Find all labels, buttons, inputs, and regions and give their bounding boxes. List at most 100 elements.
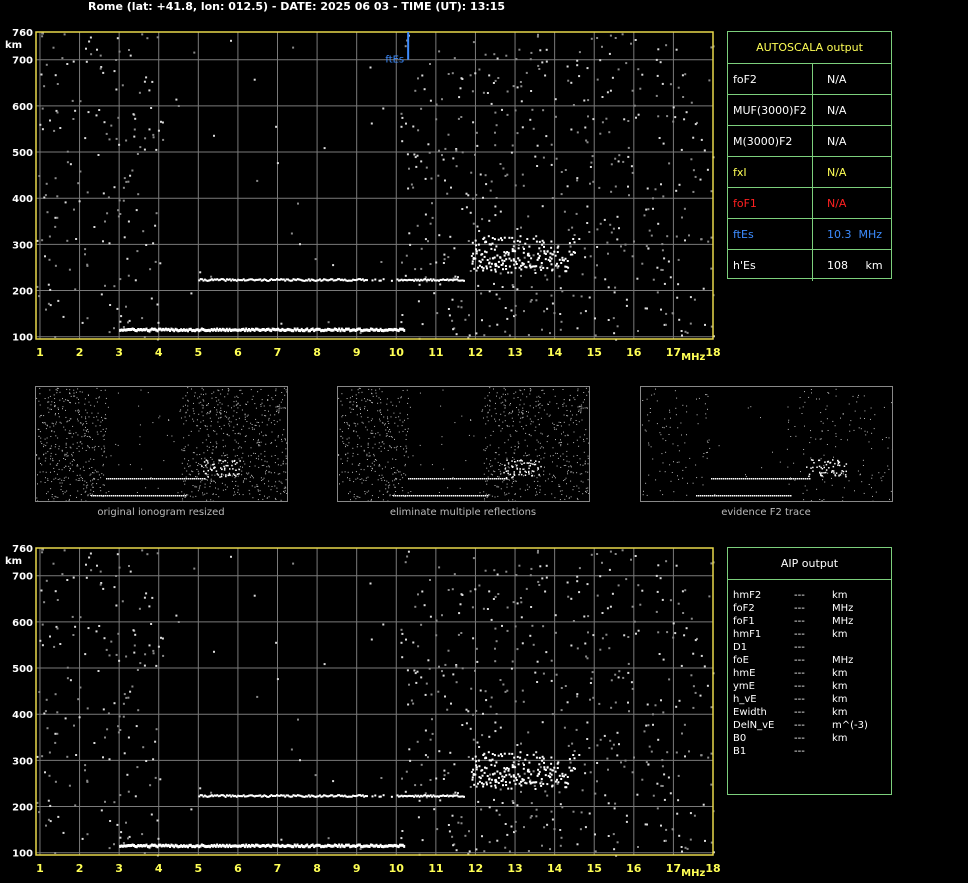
thumb-point [275, 481, 277, 483]
noise-point [116, 37, 119, 40]
thumb-point [380, 478, 382, 479]
trace-point [503, 236, 506, 239]
thumb-point [47, 480, 49, 481]
noise-point [210, 791, 213, 794]
thumb-point [572, 422, 574, 424]
thumb-trace-point [528, 471, 530, 473]
trace-point [549, 768, 552, 771]
noise-point [694, 123, 697, 126]
noise-point [660, 308, 662, 311]
noise-point [666, 631, 669, 634]
thumb-point [281, 438, 282, 440]
noise-point [143, 336, 146, 338]
noise-point [680, 330, 683, 332]
noise-point [149, 784, 152, 787]
noise-point [504, 330, 507, 333]
thumb-point [65, 453, 67, 455]
noise-point [514, 625, 517, 628]
thumb-point [513, 458, 515, 460]
noise-point [669, 83, 672, 86]
noise-point [467, 756, 470, 758]
noise-point [177, 621, 180, 623]
thumb-point [44, 422, 46, 423]
noise-point [122, 186, 125, 189]
thumb-point [273, 420, 275, 421]
noise-point [641, 778, 644, 781]
thumb-point [136, 492, 138, 493]
noise-point [103, 637, 106, 640]
noise-point [515, 574, 518, 577]
noise-point [429, 263, 432, 265]
thumb-point [58, 416, 60, 418]
noise-point [616, 841, 619, 844]
trace-point [493, 754, 496, 757]
thumb-point [396, 478, 398, 480]
thumb-point [540, 458, 542, 460]
trace-point [546, 766, 549, 769]
thumb-point [372, 395, 374, 397]
thumb-point [536, 493, 538, 495]
thumb-point [570, 466, 572, 468]
noise-point [369, 582, 372, 585]
thumb-point [215, 447, 217, 449]
thumb-point [89, 493, 91, 495]
thumb-point [95, 397, 97, 399]
noise-point [444, 695, 446, 698]
thumb-point [36, 397, 38, 399]
thumb-trace-point [178, 478, 180, 480]
thumb-point [386, 433, 388, 435]
thumb-point [360, 416, 362, 418]
thumb-trace-point [511, 460, 513, 462]
thumb-point [268, 410, 269, 412]
thumb-trace-point [505, 470, 508, 472]
noise-point [39, 639, 42, 642]
noise-point [74, 804, 77, 807]
thumb-point [207, 434, 209, 436]
thumb-point [570, 417, 572, 419]
noise-point [559, 803, 562, 806]
thumb-point [349, 491, 351, 493]
thumb-point [241, 393, 243, 395]
thumb-point [447, 487, 449, 489]
noise-point [133, 651, 136, 654]
noise-point [78, 200, 81, 203]
noise-point [521, 126, 524, 129]
thumb-point [63, 480, 65, 481]
noise-point [47, 799, 50, 802]
thumb-trace-point [481, 495, 483, 497]
noise-point [648, 229, 651, 232]
noise-point [407, 187, 410, 190]
thumb-point [486, 458, 488, 460]
thumb-point [569, 399, 571, 400]
noise-point [520, 226, 522, 229]
noise-point [529, 58, 532, 61]
noise-point [598, 186, 601, 189]
noise-point [539, 766, 542, 769]
header-title: Rome (lat: +41.8, lon: 012.5) - DATE: 20… [88, 0, 506, 13]
thumb-trace-point [171, 495, 173, 497]
noise-point [551, 302, 554, 305]
trace-point [371, 279, 374, 282]
noise-point [407, 703, 410, 706]
thumb-point [59, 399, 61, 401]
noise-point [587, 631, 589, 634]
thumb-point [823, 499, 825, 501]
thumb-point [358, 392, 360, 394]
thumb-point [251, 474, 252, 476]
noise-point [85, 60, 88, 63]
noise-point [477, 284, 480, 287]
noise-point [693, 814, 696, 817]
thumb-point [52, 423, 54, 425]
thumb-point [182, 450, 184, 452]
noise-point [677, 774, 680, 777]
thumb-point [85, 426, 86, 428]
noise-point [193, 51, 196, 54]
thumb-point [187, 444, 189, 446]
noise-point [453, 573, 456, 576]
noise-point [199, 271, 202, 274]
thumb-point [395, 477, 397, 479]
thumb-point [186, 392, 188, 394]
noise-point [672, 636, 675, 639]
thumb-point [579, 436, 581, 438]
thumb-point [285, 457, 287, 459]
